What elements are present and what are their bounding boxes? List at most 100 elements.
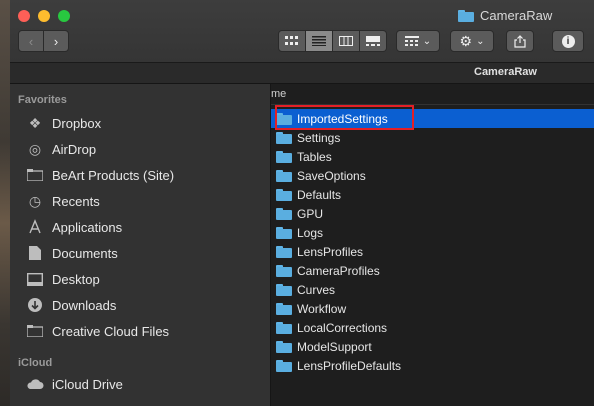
- folder-icon: [276, 112, 292, 125]
- sidebar-item-recents[interactable]: ◷ Recents: [26, 190, 100, 212]
- list-icon: [312, 36, 326, 46]
- folder-icon: [276, 340, 292, 353]
- list-view-button[interactable]: [306, 30, 333, 52]
- list-item[interactable]: LensProfiles: [271, 242, 594, 261]
- sidebar-item-documents[interactable]: Documents: [26, 242, 118, 264]
- dropbox-icon: ❖: [28, 114, 42, 131]
- finder-window: CameraRaw ‹ › ⌄ ⚙ ⌄ i CameraRaw Favorite…: [10, 0, 594, 406]
- group-grid-icon: [404, 36, 419, 46]
- list-item[interactable]: Curves: [271, 280, 594, 299]
- file-list: me ImportedSettings Settings Tables SaveOpt…: [271, 84, 594, 406]
- back-button[interactable]: ‹: [18, 30, 44, 52]
- column-header-label: me: [271, 88, 287, 100]
- list-item-label: ModelSupport: [297, 339, 372, 354]
- sidebar-item-desktop[interactable]: Desktop: [26, 268, 100, 290]
- chevron-down-icon: ⌄: [422, 35, 432, 47]
- list-item[interactable]: CameraProfiles: [271, 261, 594, 280]
- list-item[interactable]: SaveOptions: [271, 166, 594, 185]
- chevron-right-icon: ›: [53, 33, 59, 49]
- desktop-background: [0, 0, 10, 406]
- folder-icon: [26, 323, 44, 339]
- list-item[interactable]: ModelSupport: [271, 337, 594, 356]
- sidebar-item-label: Recents: [52, 193, 100, 209]
- group-by-button[interactable]: ⌄: [396, 30, 440, 52]
- sidebar-item-airdrop[interactable]: ◎ AirDrop: [26, 138, 96, 160]
- titlebar: CameraRaw ‹ › ⌄ ⚙ ⌄ i: [10, 0, 594, 63]
- list-item[interactable]: Defaults: [271, 185, 594, 204]
- sidebar-item-label: Dropbox: [52, 115, 102, 131]
- folder-icon: [276, 321, 292, 334]
- document-icon: [26, 245, 44, 261]
- folder-icon: [276, 188, 292, 201]
- desktop-icon: [26, 271, 44, 287]
- navigation-group: ‹ ›: [18, 30, 69, 52]
- grid-icon: [285, 36, 298, 45]
- sidebar-item-icloud-drive[interactable]: iCloud Drive: [26, 373, 123, 395]
- gallery-view-button[interactable]: [360, 30, 387, 52]
- sidebar-item-label: Downloads: [52, 297, 117, 313]
- list-item-label: SaveOptions: [297, 168, 366, 183]
- folder-icon: [276, 283, 292, 296]
- list-item[interactable]: LocalCorrections: [271, 318, 594, 337]
- folder-icon: [276, 207, 292, 220]
- list-item-label: Workflow: [297, 301, 347, 316]
- list-item-label: LensProfileDefaults: [297, 358, 402, 373]
- airdrop-icon: ◎: [28, 140, 42, 157]
- list-item[interactable]: ImportedSettings: [271, 109, 594, 128]
- column-view-button[interactable]: [333, 30, 360, 52]
- list-item[interactable]: GPU: [271, 204, 594, 223]
- sidebar-item-creative-cloud-files[interactable]: Creative Cloud Files: [26, 320, 169, 342]
- sidebar-item-downloads[interactable]: Downloads: [26, 294, 116, 316]
- close-window-button[interactable]: [18, 10, 30, 22]
- gear-icon: ⚙: [459, 32, 473, 49]
- list-item[interactable]: LensProfileDefaults: [271, 356, 594, 375]
- sidebar-item-beart-products[interactable]: BeArt Products (Site): [26, 164, 174, 186]
- zoom-window-button[interactable]: [58, 10, 70, 22]
- sidebar-item-label: AirDrop: [52, 141, 97, 157]
- folder-icon: [276, 150, 292, 163]
- list-item-label: Curves: [297, 282, 336, 297]
- forward-button[interactable]: ›: [44, 30, 69, 52]
- chevron-down-icon: ⌄: [476, 35, 485, 47]
- list-item[interactable]: Workflow: [271, 299, 594, 318]
- list-item-label: Tables: [297, 149, 332, 164]
- name-column-header[interactable]: me: [271, 84, 594, 105]
- list-item-label: LocalCorrections: [297, 320, 388, 335]
- sidebar-item-applications[interactable]: Applications: [26, 216, 122, 238]
- folder-icon: [26, 167, 44, 183]
- folder-icon: [276, 359, 292, 372]
- gallery-icon: [366, 36, 380, 46]
- sidebar-item-label: iCloud Drive: [52, 376, 123, 392]
- minimize-window-button[interactable]: [38, 10, 50, 22]
- sidebar-item-label: Applications: [52, 219, 123, 235]
- list-item-label: CameraProfiles: [297, 263, 380, 278]
- list-item-label: ImportedSettings: [297, 111, 388, 126]
- share-button[interactable]: [506, 30, 534, 52]
- folder-icon: [276, 131, 292, 144]
- applications-icon: [26, 219, 44, 235]
- columns-icon: [339, 36, 353, 46]
- icon-view-button[interactable]: [278, 30, 306, 52]
- info-button[interactable]: i: [552, 30, 584, 52]
- path-title: CameraRaw: [474, 66, 537, 78]
- action-menu-button[interactable]: ⚙ ⌄: [450, 30, 494, 52]
- cloud-icon: [26, 376, 44, 392]
- sidebar-heading-icloud: iCloud: [18, 357, 53, 369]
- sidebar-item-label: Documents: [52, 245, 118, 261]
- folder-icon: [276, 169, 292, 182]
- list-item[interactable]: Logs: [271, 223, 594, 242]
- sidebar-item-dropbox[interactable]: ❖ Dropbox: [26, 112, 101, 134]
- folder-icon: [276, 245, 292, 258]
- path-bar: CameraRaw: [10, 63, 594, 84]
- clock-icon: ◷: [28, 192, 42, 209]
- folder-icon: [458, 9, 474, 22]
- window-title: CameraRaw: [458, 8, 552, 23]
- sidebar-heading-favorites: Favorites: [18, 94, 67, 106]
- sidebar-item-label: BeArt Products (Site): [52, 167, 175, 183]
- folder-icon: [276, 302, 292, 315]
- download-icon: [26, 297, 44, 313]
- list-item[interactable]: Settings: [271, 128, 594, 147]
- share-icon: [514, 34, 526, 48]
- list-item[interactable]: Tables: [271, 147, 594, 166]
- sidebar: Favorites ❖ Dropbox ◎ AirDrop BeArt Prod…: [10, 84, 271, 406]
